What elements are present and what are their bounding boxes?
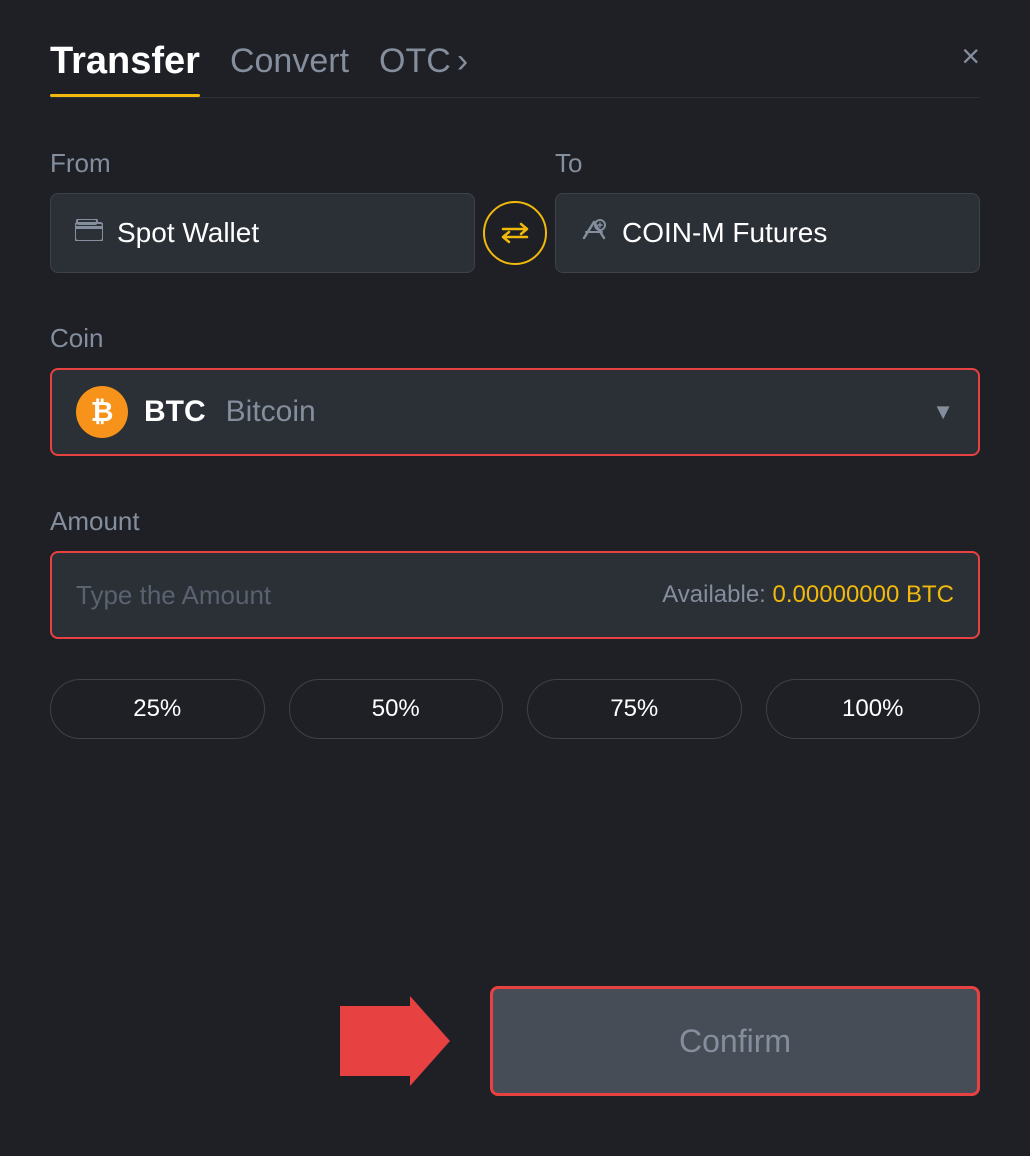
coin-code: BTC	[144, 395, 206, 429]
amount-input-box[interactable]: Type the Amount Available: 0.00000000 BT…	[50, 551, 980, 639]
available-value: 0.00000000 BTC	[773, 581, 954, 608]
from-block: From Spot Wallet	[50, 148, 475, 273]
from-to-section: From Spot Wallet	[50, 148, 980, 273]
swap-button[interactable]	[483, 201, 547, 265]
header: Transfer Convert OTC › ×	[50, 40, 980, 97]
to-label: To	[555, 148, 980, 179]
to-wallet-select[interactable]: COIN-M Futures	[555, 193, 980, 273]
from-wallet-select[interactable]: Spot Wallet	[50, 193, 475, 273]
amount-placeholder: Type the Amount	[76, 580, 271, 611]
coin-label: Coin	[50, 323, 103, 353]
available-label: Available:	[662, 581, 766, 608]
tab-otc[interactable]: OTC ›	[379, 42, 468, 95]
tab-convert[interactable]: Convert	[230, 42, 349, 95]
coin-section: Coin ₿ BTC Bitcoin ▼	[50, 323, 980, 456]
to-wallet-name: COIN-M Futures	[622, 217, 827, 249]
modal-container: Transfer Convert OTC › × From Spot Walle…	[0, 0, 1030, 1156]
confirm-section: Confirm	[50, 986, 980, 1096]
btc-icon: ₿	[76, 386, 128, 438]
confirm-button[interactable]: Confirm	[490, 986, 980, 1096]
pct-100-button[interactable]: 100%	[766, 679, 981, 739]
pct-75-button[interactable]: 75%	[527, 679, 742, 739]
pct-50-button[interactable]: 50%	[289, 679, 504, 739]
swap-btn-container	[475, 201, 555, 273]
coin-select[interactable]: ₿ BTC Bitcoin ▼	[50, 368, 980, 456]
wallet-icon	[75, 219, 103, 248]
red-arrow-icon	[340, 996, 450, 1086]
header-divider	[50, 97, 980, 98]
to-block: To COIN-M Futures	[555, 148, 980, 273]
available-display: Available: 0.00000000 BTC	[662, 581, 954, 609]
close-button[interactable]: ×	[961, 40, 980, 72]
amount-section: Amount Type the Amount Available: 0.0000…	[50, 506, 980, 639]
coin-full-name: Bitcoin	[226, 395, 316, 429]
futures-icon	[580, 218, 608, 249]
chevron-down-icon: ▼	[932, 399, 954, 425]
amount-label: Amount	[50, 506, 140, 536]
pct-25-button[interactable]: 25%	[50, 679, 265, 739]
from-label: From	[50, 148, 475, 179]
tab-transfer[interactable]: Transfer	[50, 40, 200, 97]
from-wallet-name: Spot Wallet	[117, 217, 259, 249]
arrow-container	[330, 996, 450, 1086]
percentage-buttons: 25% 50% 75% 100%	[50, 679, 980, 739]
